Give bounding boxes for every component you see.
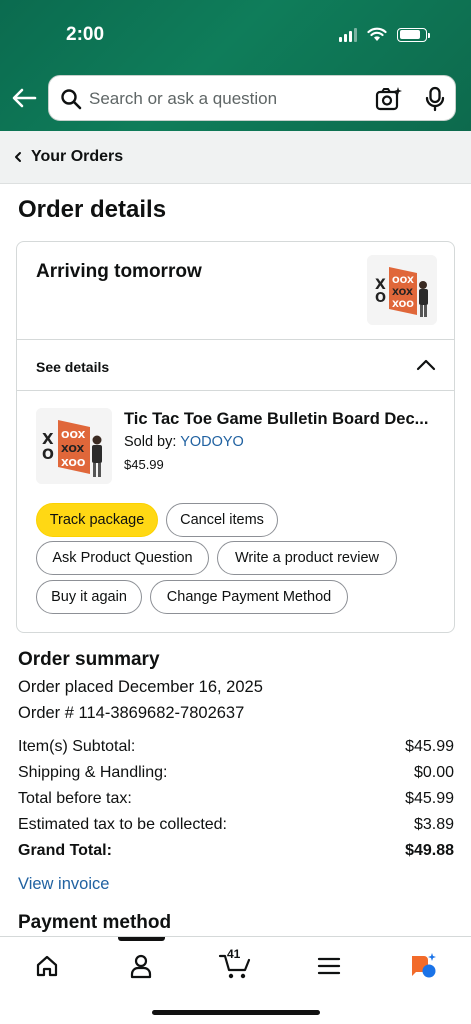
svg-text:OOX: OOX	[392, 276, 414, 286]
order-placed-date: Order placed December 16, 2025	[18, 678, 263, 696]
camera-lens-icon[interactable]	[375, 86, 403, 112]
summary-row-shipping: Shipping & Handling: $0.00	[18, 764, 454, 782]
change-payment-button[interactable]: Change Payment Method	[150, 580, 348, 614]
row-label: Item(s) Subtotal:	[18, 738, 136, 755]
row-label: Shipping & Handling:	[18, 764, 168, 781]
row-label: Estimated tax to be collected:	[18, 816, 227, 833]
row-value: $0.00	[413, 764, 454, 781]
item-price: $45.99	[124, 457, 164, 472]
divider	[17, 339, 454, 340]
divider	[17, 390, 454, 391]
summary-row-grand-total: Grand Total: $49.88	[18, 842, 454, 860]
search-input[interactable]: Search or ask a question	[89, 89, 277, 109]
product-thumbnail-small[interactable]: X O OOX XOX XOO	[367, 255, 437, 325]
summary-row-subtotal: Item(s) Subtotal: $45.99	[18, 738, 454, 756]
chevron-left-icon	[15, 152, 21, 162]
breadcrumb-bar: Your Orders	[0, 131, 471, 184]
track-package-button[interactable]: Track package	[36, 503, 158, 537]
svg-text:X: X	[42, 430, 54, 448]
product-title-link[interactable]: Tic Tac Toe Game Bulletin Board Dec...	[124, 410, 439, 429]
delivery-status: Arriving tomorrow	[36, 261, 202, 282]
svg-text:O: O	[42, 447, 54, 463]
row-value: $49.88	[405, 842, 454, 859]
microphone-icon[interactable]	[423, 86, 447, 112]
page-title: Order details	[18, 196, 167, 223]
person-icon	[130, 954, 152, 979]
nav-rufus-assistant[interactable]	[403, 951, 443, 981]
breadcrumb-label: Your Orders	[31, 148, 124, 165]
cart-count-badge: 41	[227, 947, 241, 961]
nav-menu[interactable]	[309, 951, 349, 981]
svg-text:XOO: XOO	[61, 458, 85, 469]
row-value: $45.99	[405, 738, 454, 755]
status-bar: 2:00	[0, 0, 471, 66]
status-icons	[339, 27, 430, 42]
chevron-up-icon[interactable]	[415, 358, 437, 372]
menu-icon	[317, 957, 341, 975]
search-bar[interactable]: Search or ask a question	[48, 75, 456, 121]
status-time: 2:00	[66, 24, 105, 45]
row-label: Total before tax:	[18, 790, 132, 807]
sold-by: Sold by: YODOYO	[124, 434, 244, 450]
cancel-items-button[interactable]: Cancel items	[166, 503, 278, 537]
payment-method-heading: Payment method	[18, 912, 172, 933]
row-value: $3.89	[413, 816, 454, 833]
product-thumbnail[interactable]: X O OOX XOX XOO	[36, 408, 112, 484]
shipment-card: Arriving tomorrow X O OOX XOX XOO See de…	[16, 241, 455, 633]
order-summary-heading: Order summary	[18, 649, 160, 670]
nav-account[interactable]	[121, 951, 161, 981]
breadcrumb-your-orders[interactable]: Your Orders	[14, 148, 123, 166]
svg-text:O: O	[375, 291, 386, 306]
battery-icon	[397, 27, 430, 42]
ask-product-question-button[interactable]: Ask Product Question	[36, 541, 209, 575]
app-header: 2:00 Search or ask a question	[0, 0, 471, 131]
order-number: Order # 114-3869682-7802637	[18, 704, 245, 722]
nav-cart[interactable]: 41	[215, 947, 255, 981]
back-arrow-icon[interactable]	[10, 86, 38, 110]
row-label: Grand Total:	[18, 842, 112, 859]
sold-by-label: Sold by:	[124, 434, 177, 450]
home-indicator	[152, 1010, 320, 1015]
svg-text:XOX: XOX	[61, 444, 84, 455]
summary-row-total-before-tax: Total before tax: $45.99	[18, 790, 454, 808]
home-icon	[36, 955, 58, 977]
svg-text:OOX: OOX	[61, 430, 86, 441]
bottom-nav: 41	[0, 936, 471, 1024]
cellular-signal-icon	[339, 27, 357, 42]
seller-link[interactable]: YODOYO	[180, 434, 244, 450]
wifi-icon	[367, 27, 387, 41]
product-image: X O OOX XOX XOO	[367, 255, 437, 325]
buy-again-button[interactable]: Buy it again	[36, 580, 142, 614]
write-review-button[interactable]: Write a product review	[217, 541, 397, 575]
summary-row-tax: Estimated tax to be collected: $3.89	[18, 816, 454, 834]
see-details-toggle[interactable]: See details	[36, 359, 109, 375]
search-icon	[61, 89, 82, 110]
nav-home[interactable]	[27, 951, 67, 981]
svg-text:XOO: XOO	[392, 300, 414, 310]
svg-text:XOX: XOX	[392, 288, 413, 298]
view-invoice-link[interactable]: View invoice	[18, 875, 109, 894]
row-value: $45.99	[405, 790, 454, 807]
product-image: X O OOX XOX XOO	[36, 408, 112, 484]
active-tab-indicator	[118, 937, 165, 941]
ai-assistant-icon	[412, 953, 436, 978]
